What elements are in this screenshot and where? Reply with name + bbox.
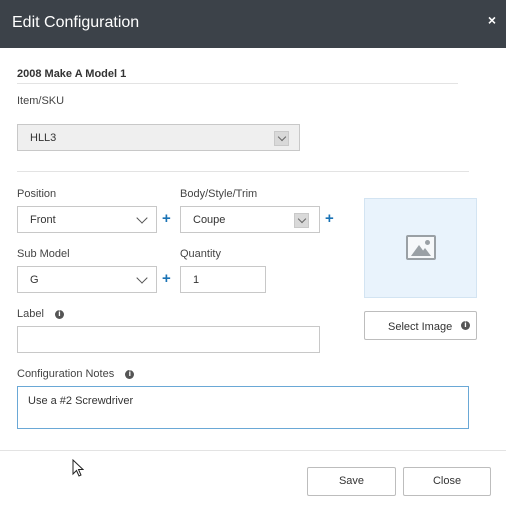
close-icon[interactable]: × [488, 12, 496, 28]
quantity-input[interactable]: 1 [180, 266, 266, 293]
position-label: Position [17, 188, 57, 200]
notes-label-text: Configuration Notes [17, 368, 115, 380]
add-position-icon[interactable]: + [162, 211, 171, 226]
quantity-label: Quantity [180, 248, 221, 260]
info-icon[interactable]: i [54, 309, 64, 319]
chevron-down-icon [136, 212, 148, 224]
image-icon [406, 235, 436, 260]
save-button[interactable]: Save [307, 467, 396, 496]
select-image-button[interactable]: Select Image i [364, 311, 477, 340]
label-field-text: Label [17, 308, 44, 320]
add-body-style-icon[interactable]: + [325, 211, 334, 226]
dialog-header: Edit Configuration × [0, 0, 506, 48]
body-style-trim-value: Coupe [193, 214, 226, 226]
notes-label: Configuration Notes i [17, 368, 135, 380]
dialog-title: Edit Configuration [12, 14, 140, 31]
body-style-trim-select[interactable]: Coupe [180, 206, 320, 233]
label-input[interactable] [17, 326, 320, 353]
divider [17, 171, 469, 172]
quantity-value: 1 [193, 274, 200, 286]
sub-model-select[interactable]: G [17, 266, 157, 293]
chevron-down-icon [274, 131, 289, 146]
position-value: Front [30, 214, 56, 226]
chevron-down-icon [136, 272, 148, 284]
image-preview [364, 198, 477, 298]
item-sku-value: HLL3 [30, 132, 57, 144]
add-sub-model-icon[interactable]: + [162, 271, 171, 286]
close-button[interactable]: Close [403, 467, 491, 496]
position-select[interactable]: Front [17, 206, 157, 233]
mouse-cursor-icon [72, 459, 84, 477]
notes-value: Use a #2 Screwdriver [28, 395, 134, 407]
label-field-label: Label i [17, 308, 64, 320]
chevron-down-icon [294, 213, 309, 228]
info-icon[interactable]: i [461, 321, 470, 330]
divider [17, 83, 458, 84]
body-style-trim-label: Body/Style/Trim [180, 188, 258, 200]
item-sku-select[interactable]: HLL3 [17, 124, 300, 151]
item-sku-label: Item/SKU [17, 95, 65, 107]
sub-model-value: G [30, 274, 39, 286]
select-image-label: Select Image [388, 321, 453, 333]
sub-model-label: Sub Model [17, 248, 70, 260]
footer-divider [0, 450, 506, 451]
configuration-notes-textarea[interactable]: Use a #2 Screwdriver [17, 386, 469, 429]
info-icon[interactable]: i [125, 369, 135, 379]
product-title: 2008 Make A Model 1 [17, 68, 127, 80]
